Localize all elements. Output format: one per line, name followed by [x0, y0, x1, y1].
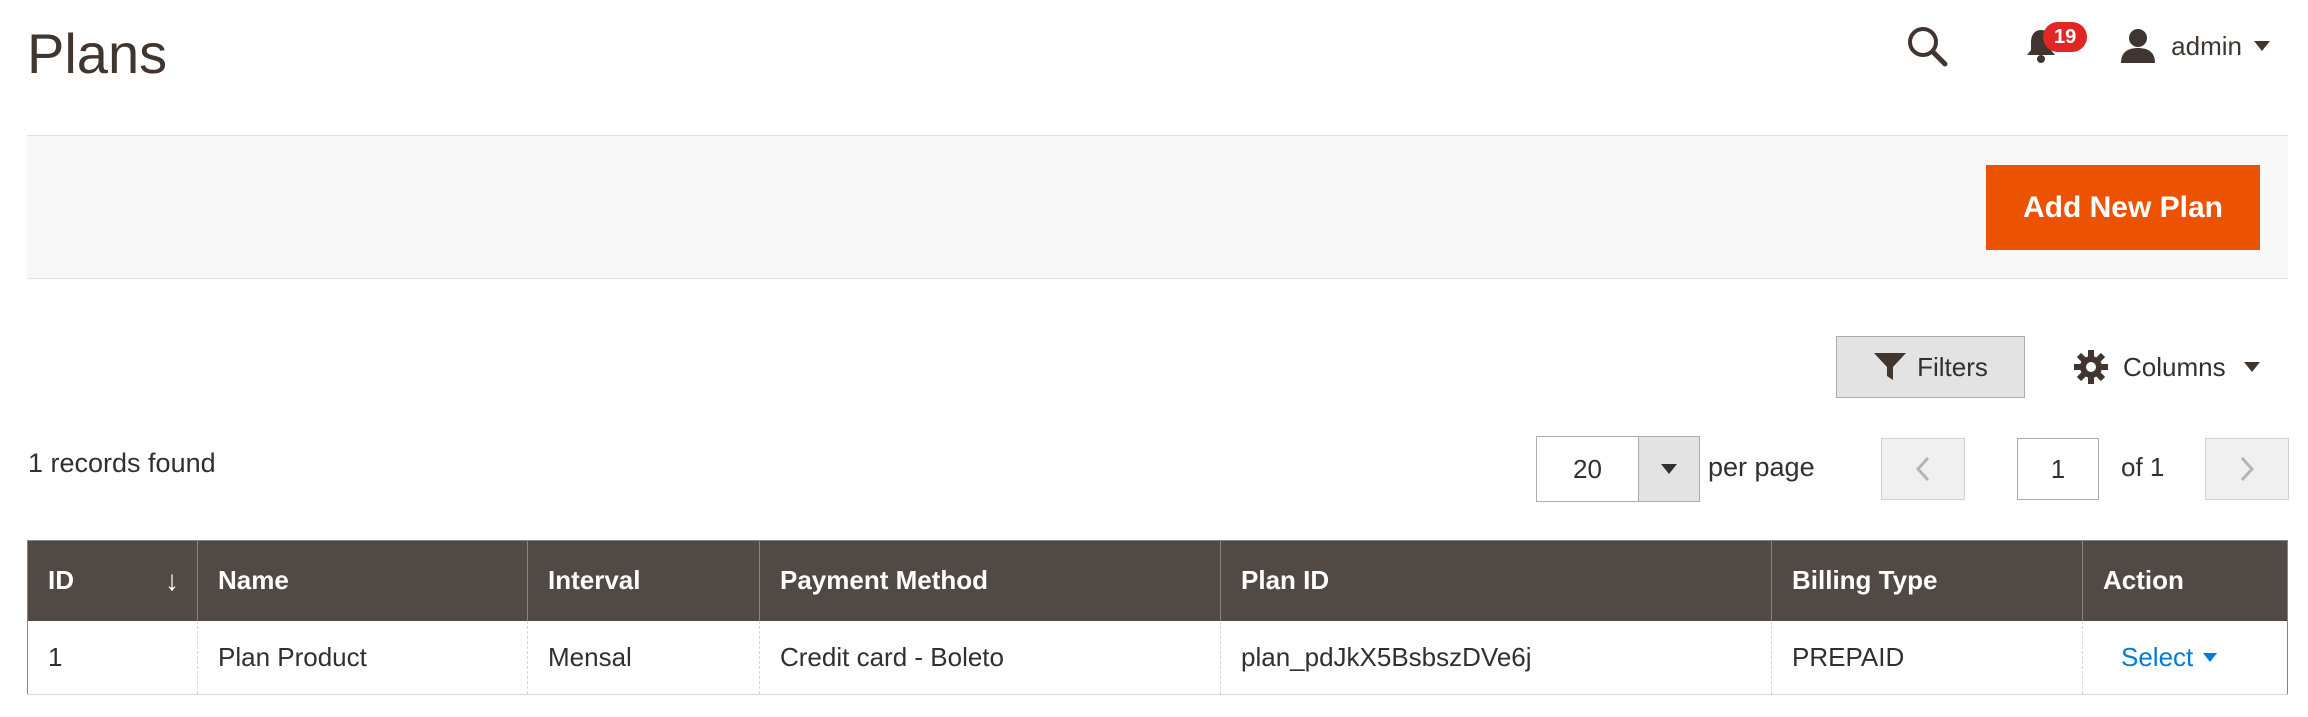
cell-interval: Mensal — [527, 620, 760, 695]
filters-button[interactable]: Filters — [1836, 336, 2025, 398]
filter-icon — [1874, 353, 1907, 380]
column-header-billing-type[interactable]: Billing Type — [1771, 540, 2083, 621]
chevron-down-icon — [2203, 652, 2218, 662]
filters-label: Filters — [1917, 351, 1988, 382]
columns-label: Columns — [2123, 351, 2226, 382]
per-page-value: 20 — [1573, 453, 1602, 484]
add-new-plan-button[interactable]: Add New Plan — [1986, 165, 2260, 250]
row-action-select[interactable]: Select — [2103, 641, 2218, 673]
grid-header-row: ID ↓ Name Interval Payment Method Plan I… — [27, 540, 2288, 621]
global-search-button[interactable] — [1897, 16, 1957, 76]
column-header-id[interactable]: ID ↓ — [27, 540, 198, 621]
notifications-button[interactable]: 19 — [2011, 16, 2088, 76]
total-pages-label: of 1 — [2121, 452, 2165, 482]
per-page-selector[interactable]: 20 — [1536, 436, 1700, 502]
cell-plan-id: plan_pdJkX5BsbszDVe6j — [1220, 620, 1772, 695]
column-header-action: Action — [2082, 540, 2288, 621]
chevron-down-icon — [2243, 362, 2260, 372]
notifications-count-badge: 19 — [2043, 22, 2088, 52]
column-header-plan-id[interactable]: Plan ID — [1220, 540, 1772, 621]
chevron-down-icon — [1661, 464, 1677, 474]
page-title: Plans — [27, 22, 168, 85]
cell-id: 1 — [27, 620, 198, 695]
admin-user-menu[interactable]: admin — [2119, 27, 2270, 65]
chevron-right-icon — [2240, 456, 2255, 482]
chevron-down-icon — [2254, 41, 2270, 51]
cell-payment-method: Credit card - Boleto — [759, 620, 1221, 695]
user-name: admin — [2171, 30, 2242, 61]
chevron-left-icon — [1915, 456, 1930, 482]
cell-billing-type: PREPAID — [1771, 620, 2083, 695]
per-page-toggle[interactable] — [1638, 437, 1699, 501]
page-actions-bar: Add New Plan — [27, 135, 2288, 279]
column-header-payment-method[interactable]: Payment Method — [759, 540, 1221, 621]
cell-name: Plan Product — [197, 620, 528, 695]
user-icon — [2121, 29, 2156, 63]
next-page-button[interactable] — [2205, 438, 2289, 500]
column-header-name[interactable]: Name — [197, 540, 528, 621]
plans-grid: ID ↓ Name Interval Payment Method Plan I… — [27, 540, 2288, 695]
column-header-interval[interactable]: Interval — [527, 540, 760, 621]
column-header-label: ID — [48, 565, 74, 596]
gear-icon — [2074, 350, 2108, 384]
columns-dropdown[interactable]: Columns — [2073, 336, 2260, 398]
records-found-count: 1 records found — [28, 448, 216, 478]
cell-action: Select — [2082, 620, 2288, 695]
per-page-label: per page — [1708, 452, 1815, 482]
row-action-label: Select — [2121, 641, 2194, 672]
current-page-input[interactable] — [2017, 438, 2099, 500]
sort-arrow-icon: ↓ — [165, 565, 179, 596]
previous-page-button[interactable] — [1881, 438, 1965, 500]
table-row: 1 Plan Product Mensal Credit card - Bole… — [27, 620, 2288, 695]
search-icon — [1908, 27, 1948, 67]
header-actions: 19 admin — [1897, 16, 2270, 76]
